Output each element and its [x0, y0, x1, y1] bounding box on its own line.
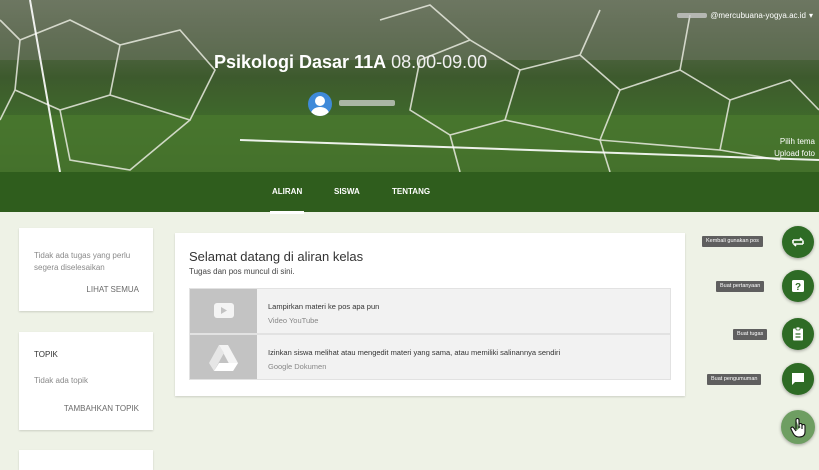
- soccer-net-background: [0, 0, 819, 172]
- account-menu[interactable]: @mercubuana-yogya.ac.id ▾: [677, 11, 813, 20]
- topics-heading: TOPIK: [34, 350, 58, 359]
- class-tabs-bar: ALIRAN SISWA TENTANG: [0, 172, 819, 214]
- row-title: Izinkan siswa melihat atau mengedit mate…: [268, 348, 561, 357]
- view-all-link[interactable]: LIHAT SEMUA: [86, 285, 139, 294]
- create-announcement-button[interactable]: [782, 363, 814, 395]
- class-name: Psikologi Dasar 11A: [214, 52, 387, 72]
- stream-title: Selamat datang di aliran kelas: [189, 249, 364, 264]
- create-question-button[interactable]: ?: [782, 270, 814, 302]
- youtube-icon: [190, 289, 257, 333]
- redacted-username: [677, 13, 708, 18]
- question-tooltip: Buat pertanyaan: [716, 281, 765, 292]
- redacted-teacher-name: [339, 100, 395, 106]
- add-topic-link[interactable]: TAMBAHKAN TOPIK: [64, 404, 139, 413]
- google-drive-icon: [190, 335, 257, 379]
- assignment-tooltip: Buat tugas: [733, 329, 768, 340]
- topics-card: TOPIK Tidak ada topik TAMBAHKAN TOPIK: [19, 332, 153, 430]
- extra-card: [19, 450, 153, 470]
- attach-drive-row: Izinkan siswa melihat atau mengedit mate…: [189, 334, 671, 380]
- class-header-banner: @mercubuana-yogya.ac.id ▾ Psikologi Dasa…: [0, 0, 819, 172]
- upcoming-empty-text: Tidak ada tugas yang perlu segera disele…: [34, 251, 131, 272]
- announcement-tooltip: Buat pengumuman: [707, 374, 762, 385]
- reuse-post-button[interactable]: [782, 226, 814, 258]
- reuse-post-tooltip: Kembali gunakan pos: [702, 236, 763, 247]
- class-title: Psikologi Dasar 11A 08.00-09.00: [214, 52, 487, 73]
- teacher-avatar: [308, 92, 332, 116]
- theme-links: Pilih tema Upload foto: [774, 136, 815, 160]
- upcoming-card: Tidak ada tugas yang perlu segera disele…: [19, 228, 153, 311]
- chevron-down-icon: ▾: [808, 11, 813, 20]
- attach-youtube-row: Lampirkan materi ke pos apa pun Video Yo…: [189, 288, 671, 334]
- announcement-icon: [792, 373, 804, 385]
- row-source: Google Dokumen: [268, 362, 327, 371]
- create-button[interactable]: [781, 410, 815, 444]
- row-source: Video YouTube: [268, 316, 319, 325]
- tab-about[interactable]: TENTANG: [392, 187, 430, 196]
- hand-cursor-icon: [790, 418, 806, 438]
- tab-students[interactable]: SISWA: [334, 187, 360, 196]
- upload-photo-link[interactable]: Upload foto: [774, 148, 815, 160]
- account-email: @mercubuana-yogya.ac.id: [710, 11, 806, 20]
- reuse-post-icon: [792, 237, 804, 247]
- topics-empty-text: Tidak ada topik: [34, 376, 88, 385]
- assignment-icon: [793, 326, 803, 341]
- select-theme-link[interactable]: Pilih tema: [774, 136, 815, 148]
- class-section: 08.00-09.00: [391, 52, 488, 72]
- row-title: Lampirkan materi ke pos apa pun: [268, 302, 380, 311]
- svg-text:?: ?: [795, 282, 801, 293]
- create-assignment-button[interactable]: [782, 318, 814, 350]
- tab-stream[interactable]: ALIRAN: [269, 187, 305, 214]
- stream-welcome-card: Selamat datang di aliran kelas Tugas dan…: [175, 233, 685, 396]
- question-icon: ?: [792, 280, 804, 293]
- stream-subtitle: Tugas dan pos muncul di sini.: [189, 267, 295, 276]
